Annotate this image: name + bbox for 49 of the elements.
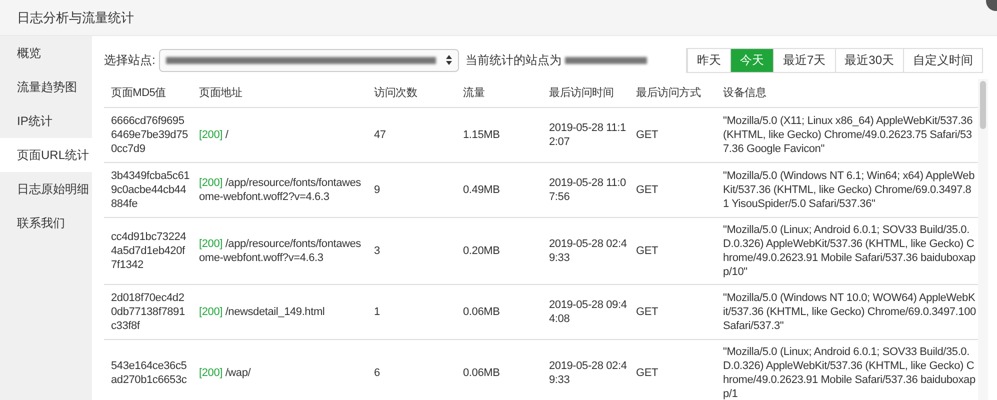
sidebar-item[interactable]: 概览 [0,36,92,70]
last-visit-cell: 2019-05-28 09:44:08 [542,284,629,340]
sidebar-item[interactable]: IP统计 [0,104,92,138]
window-title: 日志分析与流量统计 [0,0,997,36]
last-visit-cell: 2019-05-28 02:49:33 [542,218,629,284]
traffic-cell: 0.49MB [456,162,542,218]
current-site-label: 当前统计的站点为 [465,52,562,68]
visits-cell: 1 [367,284,456,340]
md5-cell: cc4d91bc732244a5d7d1eb420f7f1342 [104,218,192,284]
sidebar-item[interactable]: 页面URL统计 [0,138,92,172]
md5-cell: 6666cd76f96956469e7be39d750cc7d9 [104,108,192,162]
visits-cell: 3 [367,218,456,284]
sidebar-item[interactable]: 日志原始明细 [0,172,92,206]
md5-cell: 3b4349fcba5c619c0acbe44cb44884fe [104,162,192,218]
sidebar-item[interactable]: 流量趋势图 [0,70,92,104]
column-header: 页面MD5值 [104,79,192,108]
scrollbar-thumb[interactable] [980,81,986,129]
md5-cell: 2d018f70ec4d20db77138f7891c33f8f [104,284,192,340]
traffic-cell: 1.15MB [456,108,542,162]
visits-cell: 47 [367,108,456,162]
column-header: 设备信息 [716,79,978,108]
last-visit-cell: 2019-05-28 02:49:33 [542,340,629,400]
visits-cell: 9 [367,162,456,218]
column-header: 页面地址 [192,79,367,108]
page-url-cell: [200] /app/resource/fonts/fontawesome-webfont.woff?v=4.6.3 [192,218,367,284]
traffic-cell: 0.06MB [456,340,542,400]
traffic-cell: 0.06MB [456,284,542,340]
method-cell: GET [629,108,716,162]
site-label: 选择站点: [104,52,156,68]
last-visit-cell: 2019-05-28 11:07:56 [542,162,629,218]
method-cell: GET [629,284,716,340]
traffic-cell: 0.20MB [456,218,542,284]
column-header: 访问次数 [367,79,456,108]
method-cell: GET [629,218,716,284]
page-url-cell: [200] /newsdetail_149.html [192,284,367,340]
method-cell: GET [629,162,716,218]
last-visit-cell: 2019-05-28 11:12:07 [542,108,629,162]
md5-cell: 543e164ce36c5ad270b1c6653c [104,340,192,400]
sidebar-item[interactable]: 联系我们 [0,206,92,240]
column-header: 最后访问方式 [629,79,716,108]
column-header: 最后访问时间 [542,79,629,108]
up-down-caret-icon [446,55,452,65]
page-url-cell: [200] /app/resource/fonts/fontawesome-webfont.woff2?v=4.6.3 [192,162,367,218]
column-header: 流量 [456,79,542,108]
site-select[interactable] [159,48,460,72]
page-url-cell: [200] /wap/ [192,340,367,400]
method-cell: GET [629,340,716,400]
page-url-cell: [200] / [192,108,367,162]
visits-cell: 6 [367,340,456,400]
